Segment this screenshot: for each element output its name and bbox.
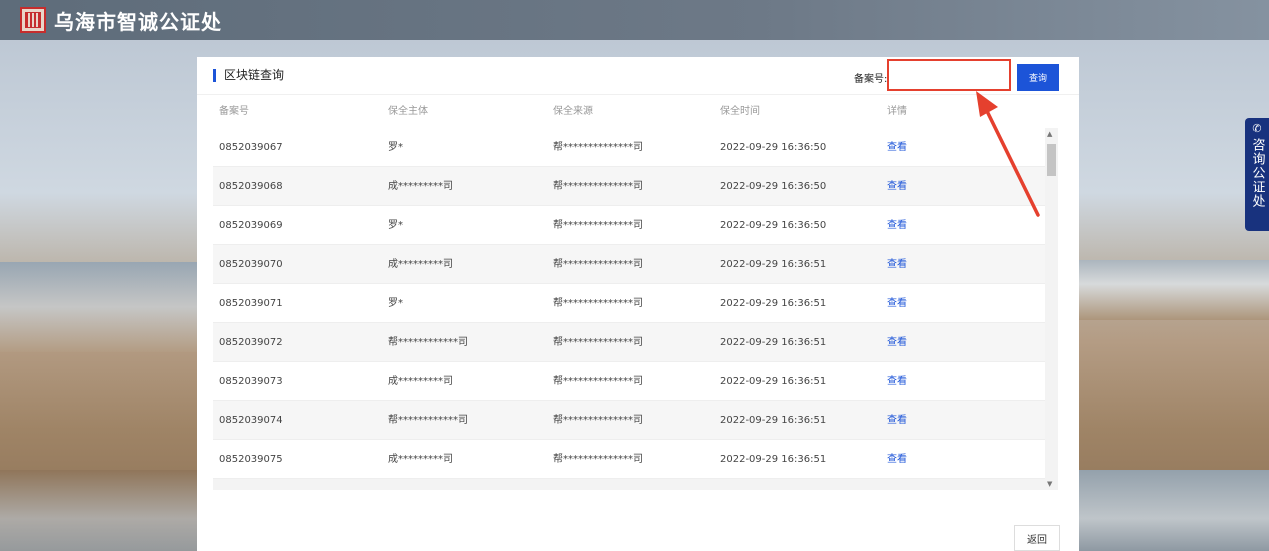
search-label: 备案号:: [854, 74, 888, 85]
cell-time: 2022-09-29 16:36:50: [720, 220, 827, 231]
cell-record-number: 0852039073: [219, 376, 283, 387]
column-header-time: 保全时间: [720, 106, 760, 117]
cell-record-number: 0852039075: [219, 454, 283, 465]
scroll-up-icon[interactable]: ▲: [1047, 130, 1052, 138]
cell-record-number: 0852039068: [219, 181, 283, 192]
cell-record-number: 0852039072: [219, 337, 283, 348]
consult-notary-label: 咨询公证处: [1249, 138, 1265, 208]
cell-source: 帮**************司: [553, 376, 643, 387]
view-link[interactable]: 查看: [887, 323, 907, 362]
phone-icon: ✆: [1252, 122, 1262, 135]
cell-time: 2022-09-29 16:36:50: [720, 142, 827, 153]
cell-record-number: 0852039074: [219, 415, 283, 426]
vertical-scrollbar[interactable]: ▲ ▼: [1045, 128, 1058, 490]
cell-time: 2022-09-29 16:36:51: [720, 298, 827, 309]
horizontal-scrollbar[interactable]: [213, 479, 1045, 490]
view-link[interactable]: 查看: [887, 167, 907, 206]
cell-subject: 罗*: [388, 220, 403, 231]
cell-record-number: 0852039069: [219, 220, 283, 231]
background-shore-right: [1079, 470, 1269, 551]
scroll-thumb[interactable]: [1047, 144, 1056, 176]
top-bar: 乌海市智诚公证处: [0, 0, 1269, 40]
cell-time: 2022-09-29 16:36:51: [720, 259, 827, 270]
background-shore-left: [0, 470, 200, 551]
view-link[interactable]: 查看: [887, 440, 907, 479]
cell-source: 帮**************司: [553, 337, 643, 348]
table-body: 0852039067 罗* 帮**************司 2022-09-2…: [213, 128, 1045, 479]
cell-source: 帮**************司: [553, 454, 643, 465]
back-button[interactable]: 返回: [1014, 525, 1060, 551]
cell-source: 帮**************司: [553, 220, 643, 231]
background-water-right: [1079, 260, 1269, 320]
table-row: 0852039067 罗* 帮**************司 2022-09-2…: [213, 128, 1045, 167]
cell-time: 2022-09-29 16:36:50: [720, 181, 827, 192]
view-link[interactable]: 查看: [887, 362, 907, 401]
scroll-down-icon[interactable]: ▼: [1047, 480, 1052, 488]
view-link[interactable]: 查看: [887, 206, 907, 245]
cell-source: 帮**************司: [553, 415, 643, 426]
background-water-left: [0, 262, 200, 352]
table-row: 0852039074 帮************司 帮*************…: [213, 401, 1045, 440]
query-panel: 区块链查询 备案号: 查询 备案号 保全主体 保全来源 保全时间 详情 0852…: [197, 57, 1079, 551]
seal-logo-icon: [20, 7, 46, 33]
table-row: 0852039075 成*********司 帮**************司 …: [213, 440, 1045, 479]
site-title: 乌海市智诚公证处: [54, 9, 222, 34]
cell-subject: 帮************司: [388, 415, 468, 426]
cell-subject: 成*********司: [388, 259, 453, 270]
record-number-input[interactable]: [887, 59, 1011, 91]
view-link[interactable]: 查看: [887, 401, 907, 440]
cell-time: 2022-09-29 16:36:51: [720, 454, 827, 465]
cell-source: 帮**************司: [553, 298, 643, 309]
table-row: 0852039071 罗* 帮**************司 2022-09-2…: [213, 284, 1045, 323]
cell-time: 2022-09-29 16:36:51: [720, 337, 827, 348]
cell-source: 帮**************司: [553, 181, 643, 192]
cell-record-number: 0852039071: [219, 298, 283, 309]
cell-subject: 成*********司: [388, 454, 453, 465]
panel-header: 区块链查询 备案号: 查询: [197, 57, 1079, 95]
view-link[interactable]: 查看: [887, 128, 907, 167]
cell-subject: 罗*: [388, 142, 403, 153]
column-header-subject: 保全主体: [388, 106, 428, 117]
consult-notary-tab[interactable]: ✆ 咨询公证处: [1245, 118, 1269, 231]
cell-source: 帮**************司: [553, 142, 643, 153]
table-row: 0852039072 帮************司 帮*************…: [213, 323, 1045, 362]
panel-title: 区块链查询: [213, 69, 284, 82]
cell-subject: 成*********司: [388, 181, 453, 192]
view-link[interactable]: 查看: [887, 284, 907, 323]
column-header-source: 保全来源: [553, 106, 593, 117]
table-row: 0852039073 成*********司 帮**************司 …: [213, 362, 1045, 401]
cell-subject: 成*********司: [388, 376, 453, 387]
cell-subject: 罗*: [388, 298, 403, 309]
cell-source: 帮**************司: [553, 259, 643, 270]
table-row: 0852039069 罗* 帮**************司 2022-09-2…: [213, 206, 1045, 245]
cell-time: 2022-09-29 16:36:51: [720, 376, 827, 387]
cell-subject: 帮************司: [388, 337, 468, 348]
table-header: 备案号 保全主体 保全来源 保全时间 详情: [213, 97, 1045, 127]
column-header-detail: 详情: [887, 106, 907, 117]
cell-record-number: 0852039067: [219, 142, 283, 153]
table-row: 0852039068 成*********司 帮**************司 …: [213, 167, 1045, 206]
view-link[interactable]: 查看: [887, 245, 907, 284]
cell-time: 2022-09-29 16:36:51: [720, 415, 827, 426]
cell-record-number: 0852039070: [219, 259, 283, 270]
table-row: 0852039070 成*********司 帮**************司 …: [213, 245, 1045, 284]
column-header-record-number: 备案号: [219, 106, 249, 117]
query-button[interactable]: 查询: [1017, 64, 1059, 91]
